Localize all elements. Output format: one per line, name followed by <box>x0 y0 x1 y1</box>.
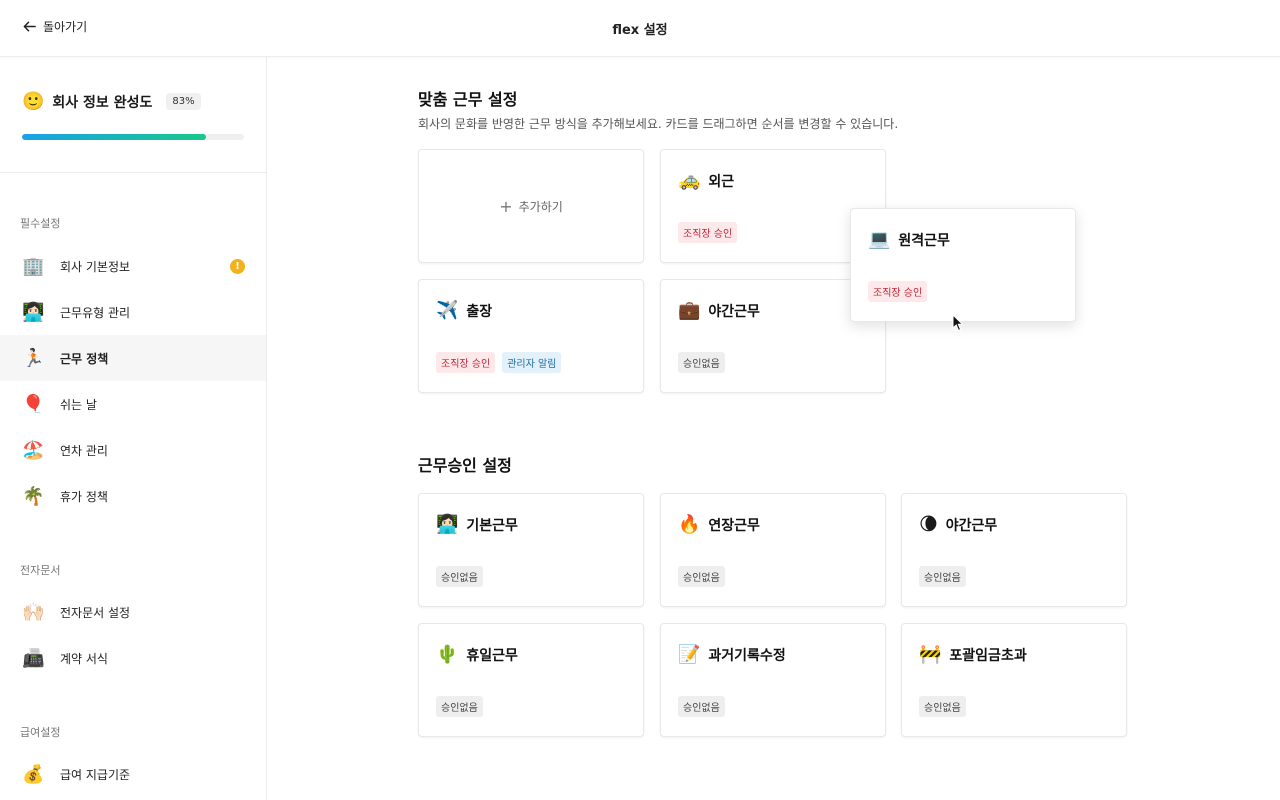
sidebar-item-label: 근무유형 관리 <box>60 305 131 320</box>
taxi-icon: 🚕 <box>678 170 701 191</box>
progress-bar-fill <box>22 134 207 140</box>
sidebar-item-label: 근무 정책 <box>60 351 109 366</box>
card-name: 외근 <box>708 173 735 190</box>
approval-tag: 조직장 승인 <box>678 222 738 243</box>
sidebar-item-company-info[interactable]: 🏢 회사 기본정보 ! <box>0 243 266 289</box>
progress-percent-badge: 83% <box>166 93 201 110</box>
warning-icon: ! <box>230 258 245 274</box>
sidebar-item-contract-forms[interactable]: 📠 계약 서식 <box>0 635 266 681</box>
sidebar-item-annual-leave[interactable]: 🏖️ 연차 관리 <box>0 427 266 473</box>
cactus-icon: 🌵 <box>436 644 459 665</box>
approval-tag: 조직장 승인 <box>436 352 496 373</box>
memo-icon: 📝 <box>678 644 701 665</box>
sidebar-item-days-off[interactable]: 🎈 쉬는 날 <box>0 381 266 427</box>
work-card-remote-dragging[interactable]: 💻 원격근무 조직장 승인 <box>850 208 1076 322</box>
section-label-documents: 전자문서 <box>20 564 61 577</box>
technologist-icon: 👩🏻‍💻 <box>22 301 45 323</box>
card-name: 야간근무 <box>708 303 760 320</box>
sidebar-item-work-policy[interactable]: 🏃🏻 근무 정책 <box>0 335 266 381</box>
card-name: 휴일근무 <box>466 647 518 664</box>
approval-card-night[interactable]: 🌘 야간근무 승인없음 <box>901 493 1127 607</box>
sidebar-item-work-types[interactable]: 👩🏻‍💻 근무유형 관리 <box>0 289 266 335</box>
approval-tag: 승인없음 <box>919 566 966 587</box>
approval-settings-title: 근무승인 설정 <box>418 456 512 475</box>
sidebar: 🙂 회사 정보 완성도 83% 필수설정 🏢 회사 기본정보 ! 👩🏻‍💻 근무… <box>0 57 267 800</box>
add-work-type-button[interactable]: + 추가하기 <box>418 149 644 263</box>
approval-tag: 승인없음 <box>436 696 483 717</box>
beach-umbrella-icon: 🏖️ <box>22 439 45 461</box>
sidebar-item-label: 회사 기본정보 <box>60 259 131 274</box>
money-bag-icon: 💰 <box>22 763 45 785</box>
add-label: 추가하기 <box>518 199 563 214</box>
sidebar-item-label: 계약 서식 <box>60 651 108 666</box>
technologist-icon: 👩🏻‍💻 <box>436 514 459 535</box>
airplane-icon: ✈️ <box>436 300 459 321</box>
construction-icon: 🚧 <box>919 644 942 665</box>
balloon-icon: 🎈 <box>22 393 45 415</box>
sidebar-item-label: 쉬는 날 <box>60 397 97 412</box>
sidebar-item-document-settings[interactable]: 🙌🏻 전자문서 설정 <box>0 589 266 635</box>
briefcase-icon: 💼 <box>678 300 701 321</box>
top-bar: 돌아가기 flex 설정 <box>0 0 1280 57</box>
sidebar-item-pay-standards[interactable]: 💰 급여 지급기준 <box>0 751 266 797</box>
approval-tag: 승인없음 <box>678 696 725 717</box>
section-label-required: 필수설정 <box>20 217 61 230</box>
smile-icon: 🙂 <box>22 91 45 112</box>
sidebar-item-label: 전자문서 설정 <box>60 605 131 620</box>
approval-tag: 승인없음 <box>678 566 725 587</box>
page-title: flex 설정 <box>612 23 668 38</box>
sidebar-item-label: 연차 관리 <box>60 443 108 458</box>
custom-work-description: 회사의 문화를 반영한 근무 방식을 추가해보세요. 카드를 드래그하면 순서를… <box>418 117 899 131</box>
approval-tag: 조직장 승인 <box>868 281 928 302</box>
company-info-progress: 🙂 회사 정보 완성도 83% <box>0 57 266 173</box>
card-name: 기본근무 <box>466 517 518 534</box>
card-name: 출장 <box>466 303 493 320</box>
card-name: 연장근무 <box>708 517 760 534</box>
approval-card-inclusive-wage[interactable]: 🚧 포괄임금초과 승인없음 <box>901 623 1127 737</box>
sidebar-item-label: 급여 지급기준 <box>60 767 131 782</box>
progress-bar <box>22 134 244 140</box>
card-name: 과거기록수정 <box>708 647 786 664</box>
raising-hands-icon: 🙌🏻 <box>22 601 45 623</box>
approval-tag: 승인없음 <box>919 696 966 717</box>
approval-tag: 승인없음 <box>436 566 483 587</box>
sidebar-item-vacation-policy[interactable]: 🌴 휴가 정책 <box>0 473 266 519</box>
office-building-icon: 🏢 <box>22 255 45 277</box>
card-name: 원격근무 <box>898 232 950 249</box>
progress-title: 회사 정보 완성도 <box>52 94 153 111</box>
section-label-payroll: 급여설정 <box>20 726 61 739</box>
moon-icon: 🌘 <box>919 514 938 535</box>
mouse-cursor-icon <box>952 314 964 332</box>
work-card-business-trip[interactable]: ✈️ 출장 조직장 승인 관리자 알림 <box>418 279 644 393</box>
sidebar-item-label: 휴가 정책 <box>60 489 108 504</box>
notify-tag: 관리자 알림 <box>502 352 562 373</box>
palm-tree-icon: 🌴 <box>22 485 45 507</box>
approval-card-record-edit[interactable]: 📝 과거기록수정 승인없음 <box>660 623 886 737</box>
laptop-icon: 💻 <box>868 229 891 250</box>
card-name: 포괄임금초과 <box>949 647 1027 664</box>
approval-tag: 승인없음 <box>678 352 725 373</box>
running-person-icon: 🏃🏻 <box>22 347 45 369</box>
approval-card-basic[interactable]: 👩🏻‍💻 기본근무 승인없음 <box>418 493 644 607</box>
card-name: 야간근무 <box>945 517 998 534</box>
approval-card-overtime[interactable]: 🔥 연장근무 승인없음 <box>660 493 886 607</box>
fax-machine-icon: 📠 <box>22 647 45 669</box>
custom-work-title: 맞춤 근무 설정 <box>418 90 518 109</box>
approval-card-holiday[interactable]: 🌵 휴일근무 승인없음 <box>418 623 644 737</box>
main-content: 맞춤 근무 설정 회사의 문화를 반영한 근무 방식을 추가해보세요. 카드를 … <box>267 57 1280 800</box>
plus-icon: + <box>499 196 513 216</box>
fire-icon: 🔥 <box>678 514 701 535</box>
